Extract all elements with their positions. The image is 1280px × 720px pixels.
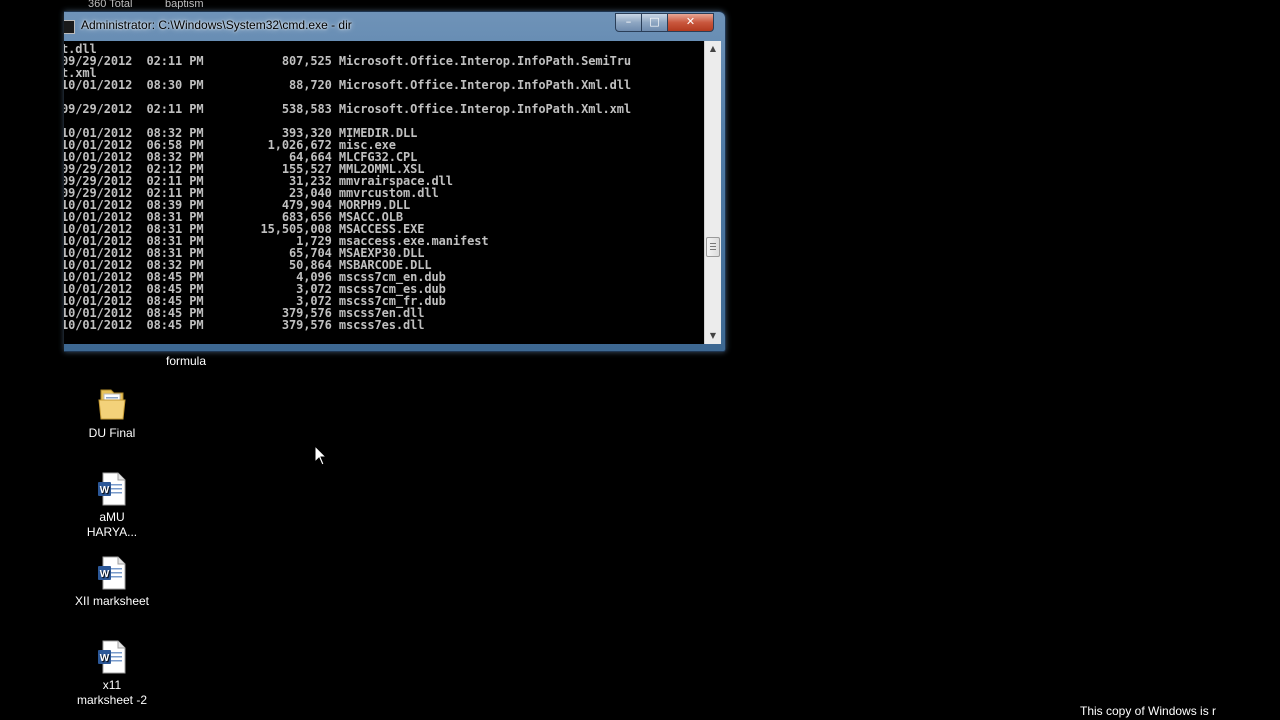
scroll-down-arrow-icon[interactable]: ▼ (705, 328, 721, 344)
console-text: t.dll 09/29/2012 02:11 PM 807,525 Microso… (64, 41, 704, 331)
desktop-label-360-total[interactable]: 360 Total (88, 0, 132, 9)
desktop-icon-x11-marksheet-2[interactable]: W x11 marksheet -2 (72, 640, 152, 708)
console-line: 10/01/2012 08:30 PM 88,720 Microsoft.Off… (64, 78, 631, 92)
window-title: Administrator: C:\Windows\System32\cmd.e… (81, 18, 352, 32)
desktop-icon-label: aMU HARYA... (86, 510, 138, 539)
svg-text:W: W (100, 569, 110, 580)
word-document-icon: W (98, 640, 126, 674)
svg-text:W: W (100, 653, 110, 664)
scroll-up-arrow-icon[interactable]: ▲ (705, 41, 721, 57)
windows-activation-watermark: This copy of Windows is r (1080, 704, 1217, 718)
console-output[interactable]: t.dll 09/29/2012 02:11 PM 807,525 Microso… (64, 41, 704, 344)
cmd-window[interactable]: Administrator: C:\Windows\System32\cmd.e… (64, 11, 726, 352)
desktop-icon-label: DU Final (88, 426, 136, 440)
svg-text:W: W (100, 485, 110, 496)
scroll-thumb[interactable] (706, 237, 720, 257)
desktop-label-baptism[interactable]: baptism (165, 0, 204, 9)
maximize-button[interactable]: □ (641, 13, 668, 32)
vertical-scrollbar[interactable]: ▲ ▼ (704, 41, 721, 344)
folder-icon (98, 389, 126, 420)
cmd-icon (64, 20, 75, 34)
word-document-icon: W (98, 472, 126, 506)
word-document-icon: W (98, 556, 126, 590)
console-line: 09/29/2012 02:11 PM 538,583 Microsoft.Of… (64, 102, 631, 116)
desktop-icon-label: x11 marksheet -2 (76, 678, 148, 707)
console-line: 10/01/2012 08:45 PM 379,576 mscss7es.dll (64, 318, 425, 332)
desktop-icon-xii-marksheet[interactable]: W XII marksheet (72, 556, 152, 609)
close-button[interactable]: ✕ (667, 13, 714, 32)
mouse-cursor-icon (314, 445, 328, 466)
title-bar[interactable]: Administrator: C:\Windows\System32\cmd.e… (64, 12, 725, 40)
desktop-icon-du-final[interactable]: DU Final (72, 386, 152, 441)
desktop-icon-label: XII marksheet (74, 594, 150, 608)
minimize-button[interactable]: – (615, 13, 642, 32)
desktop-icon-amu-harya[interactable]: W aMU HARYA... (72, 472, 152, 540)
desktop-icon-formula-label[interactable]: formula (166, 354, 206, 368)
console-line: 09/29/2012 02:11 PM 807,525 Microsoft.Of… (64, 54, 631, 68)
